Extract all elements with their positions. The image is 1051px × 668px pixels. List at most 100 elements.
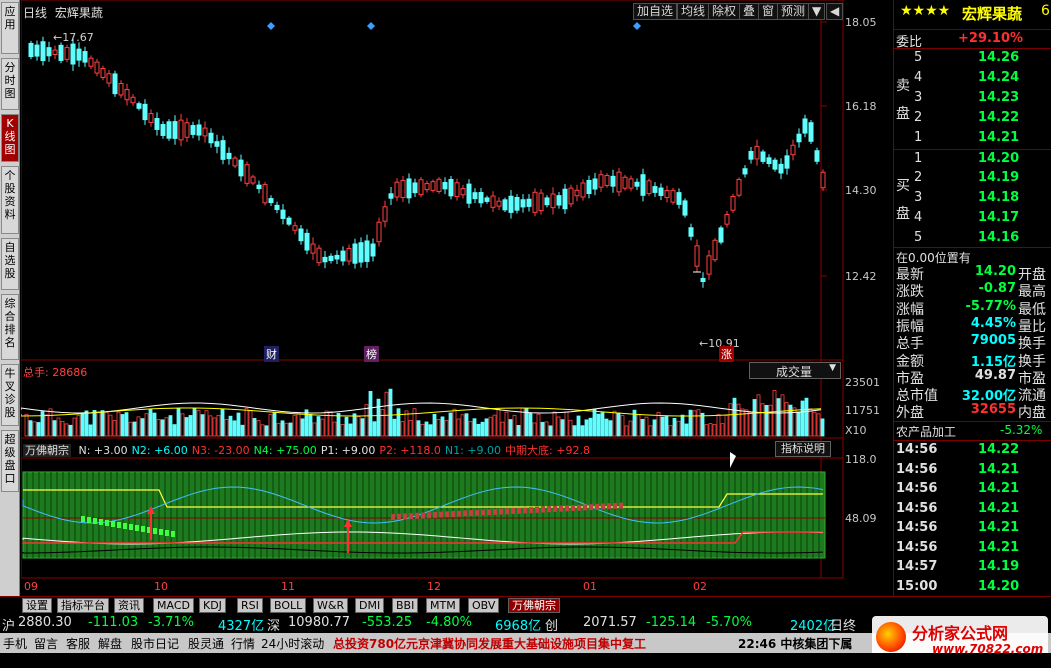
tab-watchlist[interactable]: 自选股	[1, 238, 19, 290]
candle	[814, 150, 820, 162]
indicator-tab[interactable]: 指标平台	[57, 598, 109, 613]
indicator-tab[interactable]: DMI	[355, 598, 385, 613]
period-label: 日线	[23, 6, 48, 20]
menu-quotes[interactable]: 行情	[231, 635, 255, 652]
tab-ranking[interactable]: 综合排名	[1, 294, 19, 360]
menu-rolling[interactable]: 24小时滚动	[261, 635, 324, 652]
indicator-tab[interactable]: KDJ	[199, 598, 226, 613]
indicator-red-bar	[511, 508, 515, 514]
indicator-help-button[interactable]: 指标说明	[775, 441, 831, 457]
stat-row: 涨跌 -0.87 最高	[896, 281, 1046, 301]
indicator-tab[interactable]: W&R	[313, 598, 349, 613]
indicator-red-bar	[541, 506, 545, 513]
volume-bar	[332, 421, 337, 437]
tab-diagnosis[interactable]: 牛叉诊股	[1, 364, 19, 426]
news-ticker[interactable]: 总投资780亿元京津冀协同发展重大基础设施项目集中复工	[333, 635, 646, 652]
volume-bar	[52, 420, 57, 437]
indicator-red-bar	[577, 504, 581, 511]
candle	[556, 195, 562, 206]
event-marker-finance[interactable]: 财	[264, 346, 279, 362]
exright-button[interactable]: 除权	[708, 3, 741, 20]
volume-bar	[580, 425, 585, 437]
tab-timeshare[interactable]: 分时图	[1, 58, 19, 110]
candle	[604, 175, 610, 186]
buy-level-row[interactable]: 2 14.19	[894, 169, 1051, 189]
menu-analysis[interactable]: 解盘	[98, 635, 122, 652]
window-button[interactable]: 窗	[758, 3, 779, 20]
buy-level-row[interactable]: 3 14.18	[894, 189, 1051, 209]
sector-row[interactable]: 农产品加工 -5.32%	[894, 421, 1051, 441]
buy-level-row[interactable]: 4 14.17	[894, 209, 1051, 229]
volume-bar	[196, 410, 201, 437]
sell-level-row[interactable]: 5 14.26	[894, 49, 1051, 69]
kline-chart-area[interactable]: 日线 宏辉果蔬 加自选 均线 除权 叠 窗 预测 ▼ ◀ 18.05 16.18…	[21, 0, 893, 596]
volume-bar	[420, 423, 425, 437]
menu-mobile[interactable]: 手机	[3, 635, 27, 652]
buy-level-row[interactable]: 5 14.16	[894, 229, 1051, 249]
volume-bar	[488, 416, 493, 437]
volume-bar	[136, 416, 141, 437]
event-marker-limitup[interactable]: 涨	[719, 346, 734, 362]
candle	[34, 44, 40, 57]
volume-bar	[320, 418, 325, 437]
event-marker-board[interactable]: 榜	[364, 346, 379, 362]
buy-level-row[interactable]: 1 14.20	[894, 149, 1051, 169]
sell-level-row[interactable]: 1 14.21	[894, 129, 1051, 149]
candle	[772, 159, 778, 170]
indicator-green-bar	[171, 531, 175, 537]
sector-change: -5.32%	[1000, 423, 1043, 437]
menu-message[interactable]: 留言	[34, 635, 58, 652]
indicator-tab[interactable]: MACD	[153, 598, 194, 613]
indicator-tab[interactable]: OBV	[468, 598, 500, 613]
tab-apps[interactable]: 应用	[1, 2, 19, 54]
indicator-tab[interactable]: 设置	[22, 598, 52, 613]
candle	[238, 159, 244, 177]
candle	[226, 152, 232, 160]
volume-bar	[460, 414, 465, 437]
menu-service[interactable]: 客服	[66, 635, 90, 652]
indicator-tab[interactable]: BBI	[392, 598, 419, 613]
volume-bar	[536, 413, 541, 437]
volume-bar	[648, 425, 653, 437]
dropdown-icon[interactable]: ▼	[808, 3, 826, 20]
indicator-red-bar	[565, 505, 569, 512]
volume-bar	[496, 408, 501, 437]
volume-bar	[556, 416, 561, 437]
indicator-tab[interactable]: RSI	[237, 598, 263, 613]
candle	[514, 197, 520, 211]
sell-level-row[interactable]: 2 14.22	[894, 109, 1051, 129]
indicator-tab[interactable]: 万佛朝宗	[508, 598, 560, 613]
volume-label: 总手: 28686	[23, 366, 88, 379]
add-watch-button[interactable]: 加自选	[633, 3, 678, 20]
sell-level-row[interactable]: 4 14.24	[894, 69, 1051, 89]
menu-stock-link[interactable]: 股灵通	[188, 635, 224, 652]
sell-level-row[interactable]: 3 14.23	[894, 89, 1051, 109]
volume-bar	[572, 425, 577, 437]
indicator-tab[interactable]: BOLL	[270, 598, 307, 613]
indicator-green-bar	[123, 523, 127, 529]
overlay-button[interactable]: 叠	[739, 3, 760, 20]
indicator-tab[interactable]: 资讯	[114, 598, 144, 613]
tab-level2[interactable]: 超级盘口	[1, 430, 19, 492]
tab-kline[interactable]: K线图	[1, 114, 19, 162]
tab-profile[interactable]: 个股资料	[1, 166, 19, 234]
forecast-button[interactable]: 预测	[777, 3, 810, 20]
news-ticker-2[interactable]: 22:46 中核集团下属	[738, 635, 852, 652]
volume-bar	[568, 419, 573, 437]
volume-bar	[344, 416, 349, 437]
event-diamond	[367, 22, 375, 30]
volume-bar	[292, 414, 297, 437]
volume-bar	[508, 419, 513, 437]
menu-diary[interactable]: 股市日记	[131, 635, 179, 652]
ma-button[interactable]: 均线	[677, 3, 710, 20]
volume-indicator-select[interactable]: 成交量 ▼	[749, 362, 841, 379]
volume-bar	[604, 418, 609, 437]
indicator-tab[interactable]: MTM	[426, 598, 460, 613]
candle	[352, 243, 358, 264]
volume-bar	[124, 412, 129, 437]
volume-bar	[24, 413, 29, 437]
price-tick: 18.05	[845, 16, 877, 29]
indicator-name[interactable]: 万佛朝宗	[23, 444, 71, 457]
indicator-red-bar	[619, 502, 623, 509]
collapse-icon[interactable]: ◀	[826, 3, 844, 20]
